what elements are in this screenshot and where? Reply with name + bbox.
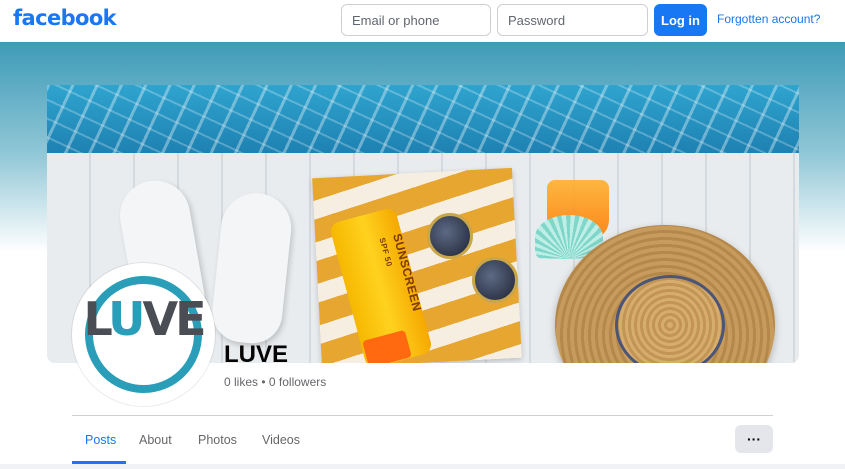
avatar-letters-ve: VE	[142, 292, 207, 346]
page-title: LUVE	[224, 341, 289, 368]
profile-header-background: SUNSCREEN SPF 50	[0, 42, 845, 469]
tab-photos[interactable]: Photos	[198, 433, 237, 447]
tab-videos[interactable]: Videos	[262, 433, 300, 447]
login-button[interactable]: Log in	[654, 4, 707, 36]
page-bottom-strip	[0, 464, 845, 469]
forgotten-account-link[interactable]: Forgotten account?	[717, 12, 820, 26]
tab-about[interactable]: About	[139, 433, 172, 447]
avatar[interactable]: LUVE	[72, 263, 215, 406]
email-field[interactable]	[341, 4, 491, 36]
sunglasses-lens-right	[472, 257, 518, 303]
divider	[72, 415, 773, 416]
avatar-letter-l: L	[83, 292, 111, 346]
facebook-logo[interactable]: facebook	[13, 6, 117, 30]
avatar-letter-u: U	[108, 292, 145, 346]
top-bar: facebook Log in Forgotten account?	[0, 0, 845, 42]
sunglasses-lens-left	[427, 213, 473, 259]
tab-posts[interactable]: Posts	[85, 433, 116, 447]
password-field[interactable]	[497, 4, 648, 36]
avatar-logo-text: LUVE	[77, 292, 210, 346]
pool-water	[47, 85, 799, 157]
more-options-button[interactable]: ···	[735, 425, 773, 453]
page-stats: 0 likes • 0 followers	[224, 375, 327, 389]
